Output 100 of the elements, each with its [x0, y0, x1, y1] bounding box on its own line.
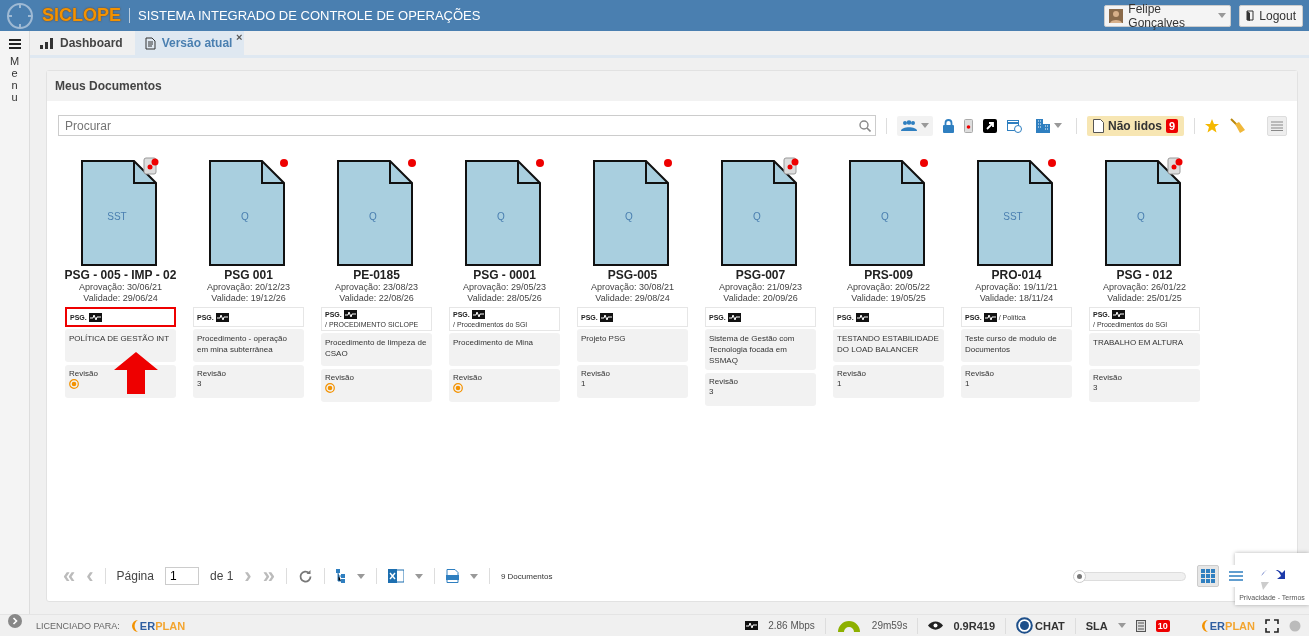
revision-label: Revisão	[837, 369, 867, 378]
refresh-icon[interactable]	[297, 568, 313, 584]
search-box[interactable]: Procurar	[58, 115, 876, 136]
last-page-button[interactable]: »	[262, 563, 275, 589]
document-code: PSG 001	[224, 268, 273, 282]
activity-icon	[855, 312, 869, 322]
document-code: PSG - 012	[1116, 268, 1173, 282]
chat-link[interactable]: CHAT	[1035, 619, 1065, 632]
tree-icon[interactable]	[335, 569, 346, 583]
activity-icon	[471, 310, 485, 319]
caret-icon	[1218, 13, 1227, 18]
brand-logo: ERPLAN	[129, 618, 186, 633]
collapse-toggle-icon[interactable]	[8, 614, 22, 628]
revision-label: Revisão	[581, 369, 611, 378]
page-field[interactable]: 1	[164, 567, 199, 585]
close-icon[interactable]: ×	[235, 31, 243, 43]
document-icon[interactable]: Q	[208, 160, 285, 266]
grid-view-button[interactable]	[1197, 565, 1219, 587]
panel-title: Meus Documentos	[55, 79, 162, 93]
document-icon[interactable]: Q	[720, 160, 797, 266]
caret-icon	[1054, 123, 1062, 128]
caret-icon[interactable]	[1117, 623, 1126, 628]
unread-filter-button[interactable]: Não lidos 9	[1087, 115, 1185, 136]
tab[interactable]: Dashboard	[30, 31, 135, 55]
revision-number: 1	[581, 379, 587, 388]
approval-date: Aprovação: 23/08/23	[334, 282, 419, 293]
caret-icon[interactable]	[414, 573, 423, 579]
lock-icon[interactable]	[943, 118, 954, 133]
first-page-button[interactable]: «	[63, 563, 76, 589]
menu-icon[interactable]	[8, 39, 21, 49]
caret-icon[interactable]	[469, 573, 478, 579]
caret-icon[interactable]	[356, 573, 365, 579]
document-description: Procedimento - operação em mina subterrânea	[193, 329, 304, 362]
document-code: PSG - 005 - IMP - 02	[64, 268, 177, 282]
validity-date: Validade: 20/09/26	[723, 293, 798, 304]
group-dropdown[interactable]	[897, 115, 933, 136]
pdf-icon[interactable]	[445, 569, 459, 583]
gauge-icon	[835, 619, 862, 632]
document-code: PSG-005	[607, 268, 658, 282]
revision-label: Revisão	[69, 369, 99, 378]
bar-chart-icon	[40, 37, 54, 49]
help-icon[interactable]	[1016, 617, 1033, 634]
external-link-icon[interactable]	[983, 118, 997, 133]
licensed-label: LICENCIADO PARA:	[36, 620, 120, 631]
gear-logo-icon	[6, 1, 34, 30]
page-total: de 1	[209, 569, 234, 583]
previous-page-button[interactable]: ‹	[86, 563, 94, 589]
document-description: Procedimento de Mina	[449, 333, 560, 366]
stamp-icon[interactable]	[964, 118, 973, 133]
activity-icon	[727, 312, 741, 322]
app-title: SISTEMA INTEGRADO DE CONTROLE DE OPERAÇÕES	[129, 8, 481, 23]
document-icon[interactable]: SST	[976, 160, 1053, 266]
alert-count[interactable]: 10	[1155, 619, 1170, 632]
menu-label[interactable]: Menu	[9, 55, 20, 104]
document-description: POLÍTICA DE GESTÃO INT	[65, 329, 176, 362]
next-page-button[interactable]: ›	[244, 563, 252, 589]
tab[interactable]: Versão atual ×	[134, 31, 245, 55]
sla-dropdown[interactable]: SLA	[1085, 619, 1108, 632]
people-icon	[901, 120, 917, 131]
revision-number: 1	[965, 379, 971, 388]
validity-date: Validade: 19/05/25	[851, 293, 926, 304]
validity-date: Validade: 22/08/26	[339, 293, 414, 304]
status-indicator-icon	[1289, 619, 1301, 632]
document-description: Projeto PSG	[577, 329, 688, 362]
document-icon[interactable]: SST	[80, 160, 157, 266]
app-logo: SICLOPE	[42, 5, 121, 26]
calculator-icon[interactable]	[1135, 619, 1146, 632]
fullscreen-icon[interactable]	[1265, 618, 1279, 633]
version-label: 0.9R419	[953, 619, 995, 632]
validity-date: Validade: 29/06/24	[83, 293, 158, 304]
document-code: PRS-009	[864, 268, 913, 282]
validity-date: Validade: 25/01/25	[1107, 293, 1182, 304]
logout-button[interactable]: Logout	[1239, 4, 1303, 27]
document-icon[interactable]: Q	[464, 160, 541, 266]
approval-date: Aprovação: 30/08/21	[590, 282, 675, 293]
page-label: Página	[116, 569, 154, 583]
revision-number: 1	[837, 379, 843, 388]
star-icon[interactable]	[1205, 118, 1220, 133]
revision-number: 3	[709, 387, 715, 396]
revision-number: 3	[197, 379, 203, 388]
calendar-icon[interactable]	[1007, 118, 1022, 133]
slider-thumb[interactable]	[1073, 569, 1087, 583]
approval-date: Aprovação: 19/11/21	[975, 282, 1058, 293]
approval-date: Aprovação: 30/06/21	[78, 282, 163, 293]
activity-icon	[88, 312, 102, 322]
search-field[interactable]: Procurar	[63, 117, 859, 134]
document-description: Teste curso de modulo de Documentos	[961, 329, 1072, 362]
document-description: Sistema de Gestão com Tecnologia focada em SSMAQ	[705, 329, 816, 370]
document-icon[interactable]: Q	[848, 160, 925, 266]
document-icon[interactable]: Q	[592, 160, 669, 266]
zoom-slider[interactable]	[1074, 571, 1186, 581]
broom-icon[interactable]	[1229, 117, 1246, 134]
document-description: TESTANDO ESTABILIDADE DO LOAD BALANCER	[833, 329, 944, 362]
grid-icon	[1201, 569, 1215, 583]
document-description: TRABALHO EM ALTURA	[1089, 333, 1200, 366]
document-icon[interactable]: Q	[1104, 160, 1181, 266]
menu-button[interactable]	[1267, 115, 1287, 136]
spreadsheet-icon[interactable]	[387, 568, 404, 584]
activity-icon	[343, 310, 357, 319]
document-icon[interactable]: Q	[336, 160, 413, 266]
